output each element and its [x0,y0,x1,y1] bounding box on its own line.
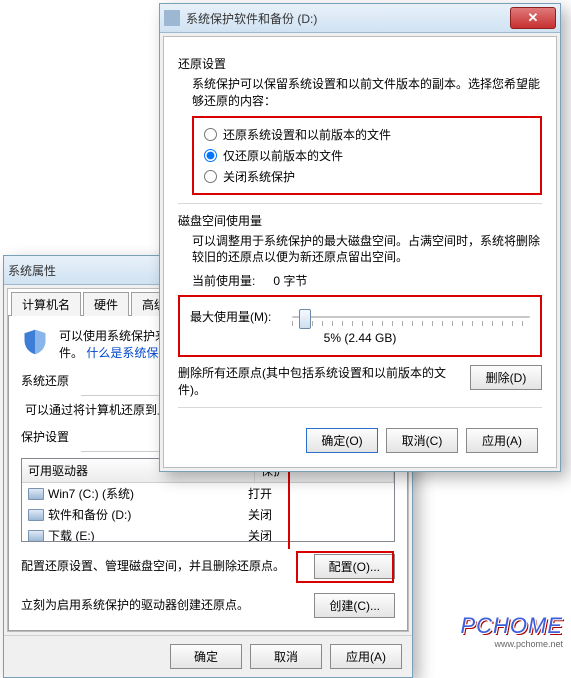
delete-button[interactable]: 删除(D) [470,365,542,390]
watermark: PCHOME www.pchome.net [460,613,563,649]
disk-usage-heading: 磁盘空间使用量 [178,212,542,229]
create-button[interactable]: 创建(C)... [314,593,395,618]
drive-row[interactable]: 下载 (E:) 关闭 [22,525,394,542]
restore-settings-text: 系统保护可以保留系统设置和以前文件版本的副本。选择您希望能够还原的内容： [192,76,542,110]
shield-icon [21,328,49,356]
app-icon [164,10,180,26]
create-description: 立刻为启用系统保护的驱动器创建还原点。 [21,597,304,614]
max-usage-slider[interactable] [292,307,530,327]
drive-icon [28,509,44,521]
radio-restore-files-only[interactable]: 仅还原以前版本的文件 [204,145,530,166]
radio-restore-system-and-files[interactable]: 还原系统设置和以前版本的文件 [204,124,530,145]
max-usage-label: 最大使用量(M): [190,308,282,325]
delete-description: 删除所有还原点(其中包括系统设置和以前版本的文件)。 [178,365,460,399]
titlebar[interactable]: 系统保护软件和备份 (D:) ✕ [160,4,560,33]
max-usage-value: 5% (2.44 GB) [190,331,530,345]
dialog-buttons: 确定(O) 取消(C) 应用(A) [178,416,542,455]
ok-button[interactable]: 确定(O) [306,428,378,453]
disk-usage-text: 可以调整用于系统保护的最大磁盘空间。占满空间时，系统将删除较旧的还原点以便为新还… [192,233,542,267]
max-usage-group: 最大使用量(M): 5% (2.44 GB) [178,295,542,357]
close-button[interactable]: ✕ [510,7,556,29]
current-usage-label: 当前使用量: [192,272,255,289]
drive-row[interactable]: 软件和备份 (D:) 关闭 [22,504,394,525]
dialog-buttons: 确定 取消 应用(A) [4,635,412,677]
window-title: 系统保护软件和备份 (D:) [186,10,510,27]
radio-disable-protection[interactable]: 关闭系统保护 [204,166,530,187]
watermark-brand: PCHOME [460,613,563,638]
restore-settings-heading: 还原设置 [178,55,542,72]
drive-icon [28,530,44,542]
system-protection-config-window: 系统保护软件和备份 (D:) ✕ 还原设置 系统保护可以保留系统设置和以前文件版… [159,3,561,472]
configure-button[interactable]: 配置(O)... [314,554,395,579]
drive-icon [28,488,44,500]
tab-computer-name[interactable]: 计算机名 [11,292,81,316]
slider-thumb[interactable] [299,309,311,329]
tab-hardware[interactable]: 硬件 [83,292,129,316]
drive-row[interactable]: Win7 (C:) (系统) 打开 [22,483,394,504]
current-usage-value: 0 字节 [273,272,307,289]
configure-description: 配置还原设置、管理磁盘空间，并且删除还原点。 [21,558,304,575]
apply-button[interactable]: 应用(A) [466,428,538,453]
watermark-url: www.pchome.net [460,639,563,649]
cancel-button[interactable]: 取消(C) [386,428,458,453]
restore-options-group: 还原系统设置和以前版本的文件 仅还原以前版本的文件 关闭系统保护 [192,116,542,195]
